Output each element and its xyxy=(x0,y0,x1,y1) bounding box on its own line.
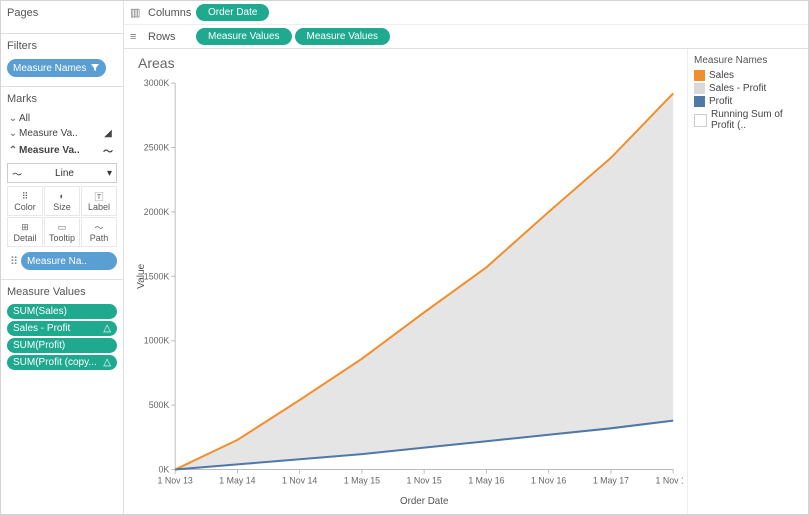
svg-text:0K: 0K xyxy=(159,464,170,474)
svg-text:500K: 500K xyxy=(149,400,170,410)
legend-title: Measure Names xyxy=(694,55,802,66)
svg-text:1 May 15: 1 May 15 xyxy=(344,476,380,486)
table-calc-icon: △ xyxy=(103,357,111,368)
svg-text:3000K: 3000K xyxy=(144,78,170,88)
marks-mv-label: Measure Va.. xyxy=(19,128,78,139)
legend-swatch xyxy=(694,83,705,94)
filter-icon xyxy=(90,63,100,73)
legend-swatch xyxy=(694,70,705,81)
path-icon: 〜 xyxy=(94,221,103,233)
svg-text:1 Nov 16: 1 Nov 16 xyxy=(531,476,566,486)
mark-type-selector[interactable]: 〜 Line ▾ xyxy=(7,163,117,183)
filters-title: Filters xyxy=(7,40,117,52)
svg-text:1 Nov 17: 1 Nov 17 xyxy=(656,476,683,486)
measure-values-shelf[interactable]: Measure Values SUM(Sales) Sales - Profit… xyxy=(1,280,123,380)
legend-swatch xyxy=(694,96,705,107)
columns-icon: ▥ xyxy=(130,6,144,19)
pages-title: Pages xyxy=(7,7,117,19)
legend-label: Sales - Profit xyxy=(709,83,766,94)
marks-card[interactable]: Marks ⌄All ⌄Measure Va..◢ ⌃Measure Va..〜… xyxy=(1,87,123,280)
svg-text:Order Date: Order Date xyxy=(400,496,449,507)
svg-text:1 Nov 15: 1 Nov 15 xyxy=(407,476,442,486)
legend-item[interactable]: Profit xyxy=(694,96,802,107)
legend-label: Running Sum of Profit (.. xyxy=(711,109,802,131)
columns-pill-order-date[interactable]: Order Date xyxy=(196,4,269,21)
table-calc-icon: △ xyxy=(103,323,111,334)
legend-label: Profit xyxy=(709,96,732,107)
marks-all-label: All xyxy=(19,113,30,124)
rows-pill-2[interactable]: Measure Values xyxy=(295,28,391,45)
svg-text:Value: Value xyxy=(136,263,147,289)
marks-mv-row-1[interactable]: ⌄Measure Va.. ◢ xyxy=(7,126,117,141)
size-icon: ◐ xyxy=(59,190,64,202)
marks-mv-label: Measure Va.. xyxy=(19,145,80,156)
rows-shelf[interactable]: ≡ Rows Measure Values Measure Values xyxy=(124,25,808,48)
columns-label: Columns xyxy=(148,7,196,19)
mv-pill-sum-profit[interactable]: SUM(Profit) xyxy=(7,338,117,353)
svg-text:1 Nov 14: 1 Nov 14 xyxy=(282,476,317,486)
marks-color-pill[interactable]: Measure Na.. xyxy=(21,252,117,270)
mv-pill-sum-sales[interactable]: SUM(Sales) xyxy=(7,304,117,319)
filter-pill-label: Measure Names xyxy=(13,63,86,74)
rows-label: Rows xyxy=(148,31,196,43)
filters-shelf[interactable]: Filters Measure Names xyxy=(1,34,123,87)
detail-icon: ⊞ xyxy=(21,221,29,233)
legend-swatch xyxy=(694,114,707,127)
mark-path-button[interactable]: 〜Path xyxy=(81,217,117,247)
line-icon: 〜 xyxy=(12,166,22,181)
label-icon: 🅃 xyxy=(94,190,103,202)
color-dots-icon: ⠿ xyxy=(7,255,21,268)
svg-text:1 Nov 13: 1 Nov 13 xyxy=(158,476,193,486)
mark-type-label: Line xyxy=(55,168,74,179)
svg-text:1500K: 1500K xyxy=(144,271,170,281)
rows-pill-1[interactable]: Measure Values xyxy=(196,28,292,45)
color-dots-icon: ⠿ xyxy=(22,190,29,202)
mark-tooltip-button[interactable]: ▭Tooltip xyxy=(44,217,80,247)
tooltip-icon: ▭ xyxy=(58,221,67,233)
svg-text:2500K: 2500K xyxy=(144,142,170,152)
legend-item[interactable]: Running Sum of Profit (.. xyxy=(694,109,802,131)
line-icon: 〜 xyxy=(101,143,115,158)
legend-panel[interactable]: Measure Names Sales Sales - Profit Profit R… xyxy=(687,49,808,514)
pages-shelf[interactable]: Pages xyxy=(1,1,123,34)
svg-text:1 May 17: 1 May 17 xyxy=(593,476,629,486)
chevron-down-icon: ⌄ xyxy=(7,113,19,124)
chart-title: Areas xyxy=(138,55,683,71)
marks-title: Marks xyxy=(7,93,117,105)
mv-pill-sales-profit[interactable]: Sales - Profit△ xyxy=(7,321,117,336)
legend-label: Sales xyxy=(709,70,734,81)
legend-item[interactable]: Sales - Profit xyxy=(694,83,802,94)
svg-text:1000K: 1000K xyxy=(144,336,170,346)
svg-text:1 May 14: 1 May 14 xyxy=(219,476,255,486)
rows-icon: ≡ xyxy=(130,31,144,43)
svg-text:1 May 16: 1 May 16 xyxy=(468,476,504,486)
marks-all-row[interactable]: ⌄All xyxy=(7,111,117,126)
columns-shelf[interactable]: ▥ Columns Order Date xyxy=(124,1,808,25)
mark-detail-button[interactable]: ⊞Detail xyxy=(7,217,43,247)
chevron-down-icon: ⌄ xyxy=(7,128,19,139)
filter-pill-measure-names[interactable]: Measure Names xyxy=(7,59,106,77)
chevron-up-icon: ⌃ xyxy=(7,145,19,156)
marks-mv-row-2[interactable]: ⌃Measure Va.. 〜 xyxy=(7,141,117,160)
area-icon: ◢ xyxy=(101,128,115,139)
mv-title: Measure Values xyxy=(7,286,117,298)
mark-size-button[interactable]: ◐Size xyxy=(44,186,80,216)
mark-color-button[interactable]: ⠿Color xyxy=(7,186,43,216)
main-chart[interactable]: 0K 500K 1000K 1500K 2000K 2500K 3000K 1 Nov 13 1… xyxy=(134,75,683,510)
mark-label-button[interactable]: 🅃Label xyxy=(81,186,117,216)
dropdown-icon: ▾ xyxy=(107,168,112,179)
svg-text:2000K: 2000K xyxy=(144,207,170,217)
legend-item[interactable]: Sales xyxy=(694,70,802,81)
mv-pill-sum-profit-copy[interactable]: SUM(Profit (copy...△ xyxy=(7,355,117,370)
